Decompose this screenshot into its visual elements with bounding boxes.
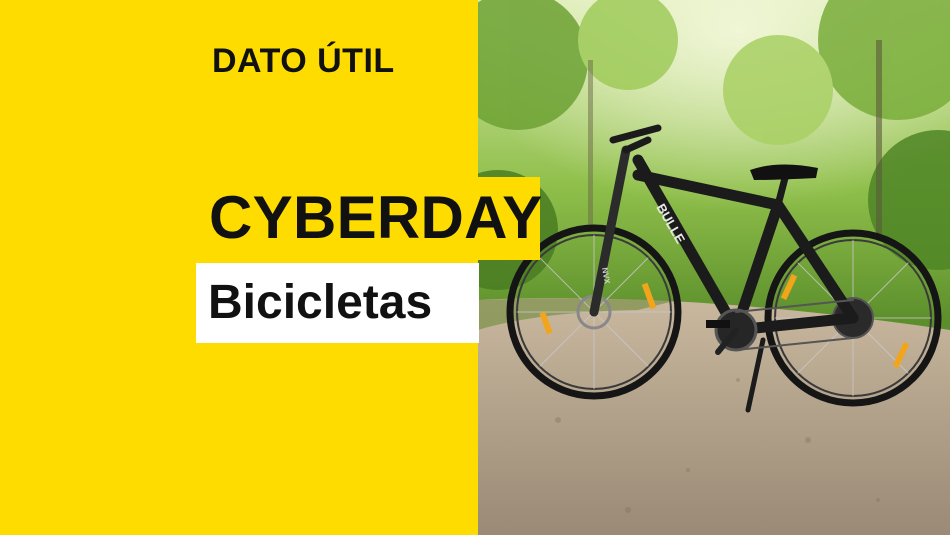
subheadline-title: Bicicletas	[208, 276, 433, 329]
bicycle-photo: BULLE NVX	[478, 0, 950, 535]
headline-title: CYBERDAY	[209, 184, 543, 251]
kicker-label: DATO ÚTIL	[212, 42, 395, 80]
